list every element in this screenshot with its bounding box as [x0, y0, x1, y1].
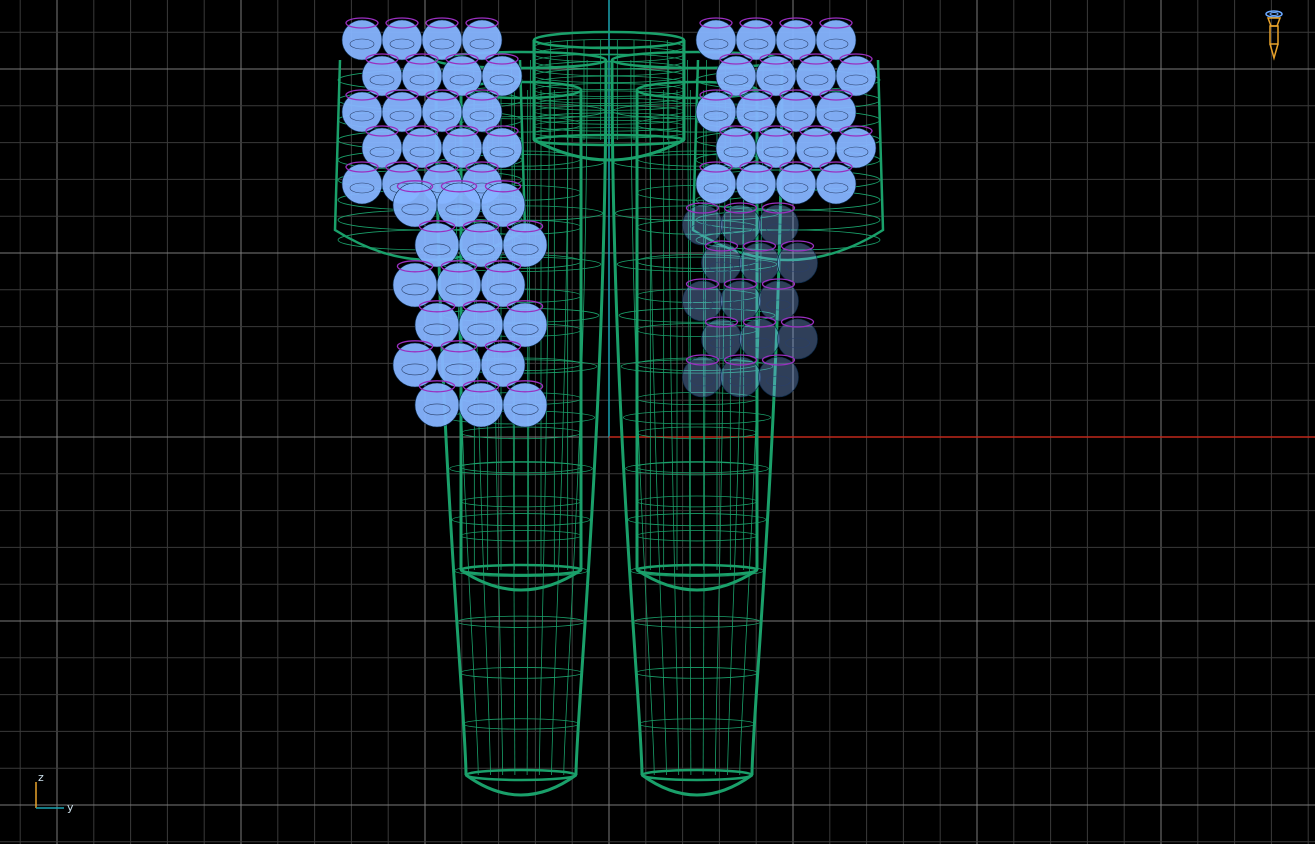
wire-ring — [638, 718, 756, 730]
wire-sphere — [720, 278, 761, 322]
wire-ring — [636, 461, 758, 474]
wire-ring — [459, 563, 583, 577]
wire-sphere — [682, 354, 723, 398]
wire-ring — [627, 513, 767, 527]
viewport-grid — [0, 0, 1315, 844]
wire-ring — [462, 718, 580, 730]
wire-sphere — [458, 380, 504, 428]
wire-ring — [635, 667, 759, 679]
wire-ring — [640, 768, 754, 782]
wire-sphere — [458, 300, 504, 348]
wire-ring — [459, 667, 583, 679]
3d-viewport[interactable] — [0, 0, 1315, 844]
wire-ring — [460, 530, 582, 542]
sphere-cluster-left-top — [341, 17, 523, 205]
wire-sphere — [815, 161, 857, 205]
wire-sphere — [392, 340, 438, 388]
wire-ring — [636, 530, 758, 542]
wire-sphere — [414, 380, 460, 428]
wire-sphere — [502, 300, 548, 348]
axis-orientation-gizmo — [35, 782, 64, 809]
sphere-cluster-right-top — [695, 17, 877, 205]
wire-sphere — [502, 380, 548, 428]
wire-sphere — [777, 240, 818, 284]
wire-sphere — [392, 260, 438, 308]
wire-ring — [464, 768, 578, 782]
wire-ring — [460, 461, 582, 474]
wire-ring — [457, 615, 585, 628]
wire-sphere — [502, 220, 548, 268]
wire-ring — [633, 615, 761, 628]
wire-ring — [451, 513, 591, 527]
wire-sphere — [739, 240, 780, 284]
wire-sphere — [720, 354, 761, 398]
wire-sphere — [701, 240, 742, 284]
wire-sphere — [414, 300, 460, 348]
wire-ring — [635, 563, 759, 577]
camera-gizmo-icon[interactable] — [1259, 8, 1289, 64]
wire-sphere — [458, 220, 504, 268]
wire-sphere — [777, 316, 818, 360]
wire-sphere — [739, 316, 780, 360]
wire-ring — [636, 495, 758, 508]
axis-z-label: z — [38, 771, 44, 784]
axis-y-label: y — [67, 801, 74, 814]
sphere-cluster-right-lower — [682, 202, 818, 398]
wire-sphere — [414, 220, 460, 268]
wire-ring — [460, 495, 582, 508]
